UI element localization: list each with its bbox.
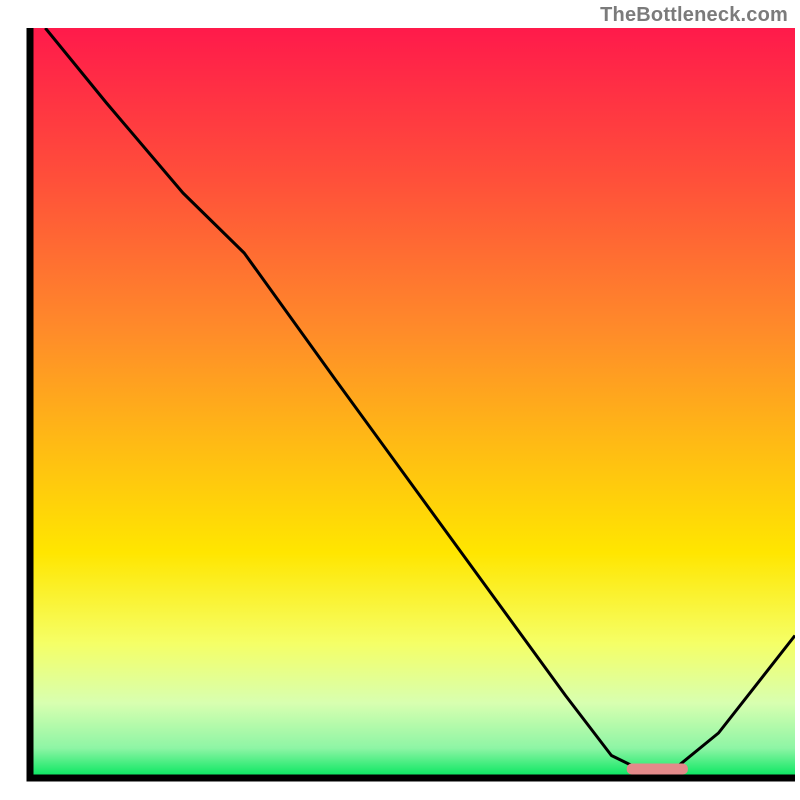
plot-background <box>30 28 795 778</box>
chart-stage: TheBottleneck.com <box>0 0 800 800</box>
chart-svg <box>0 0 800 800</box>
optimal-marker <box>627 764 688 775</box>
